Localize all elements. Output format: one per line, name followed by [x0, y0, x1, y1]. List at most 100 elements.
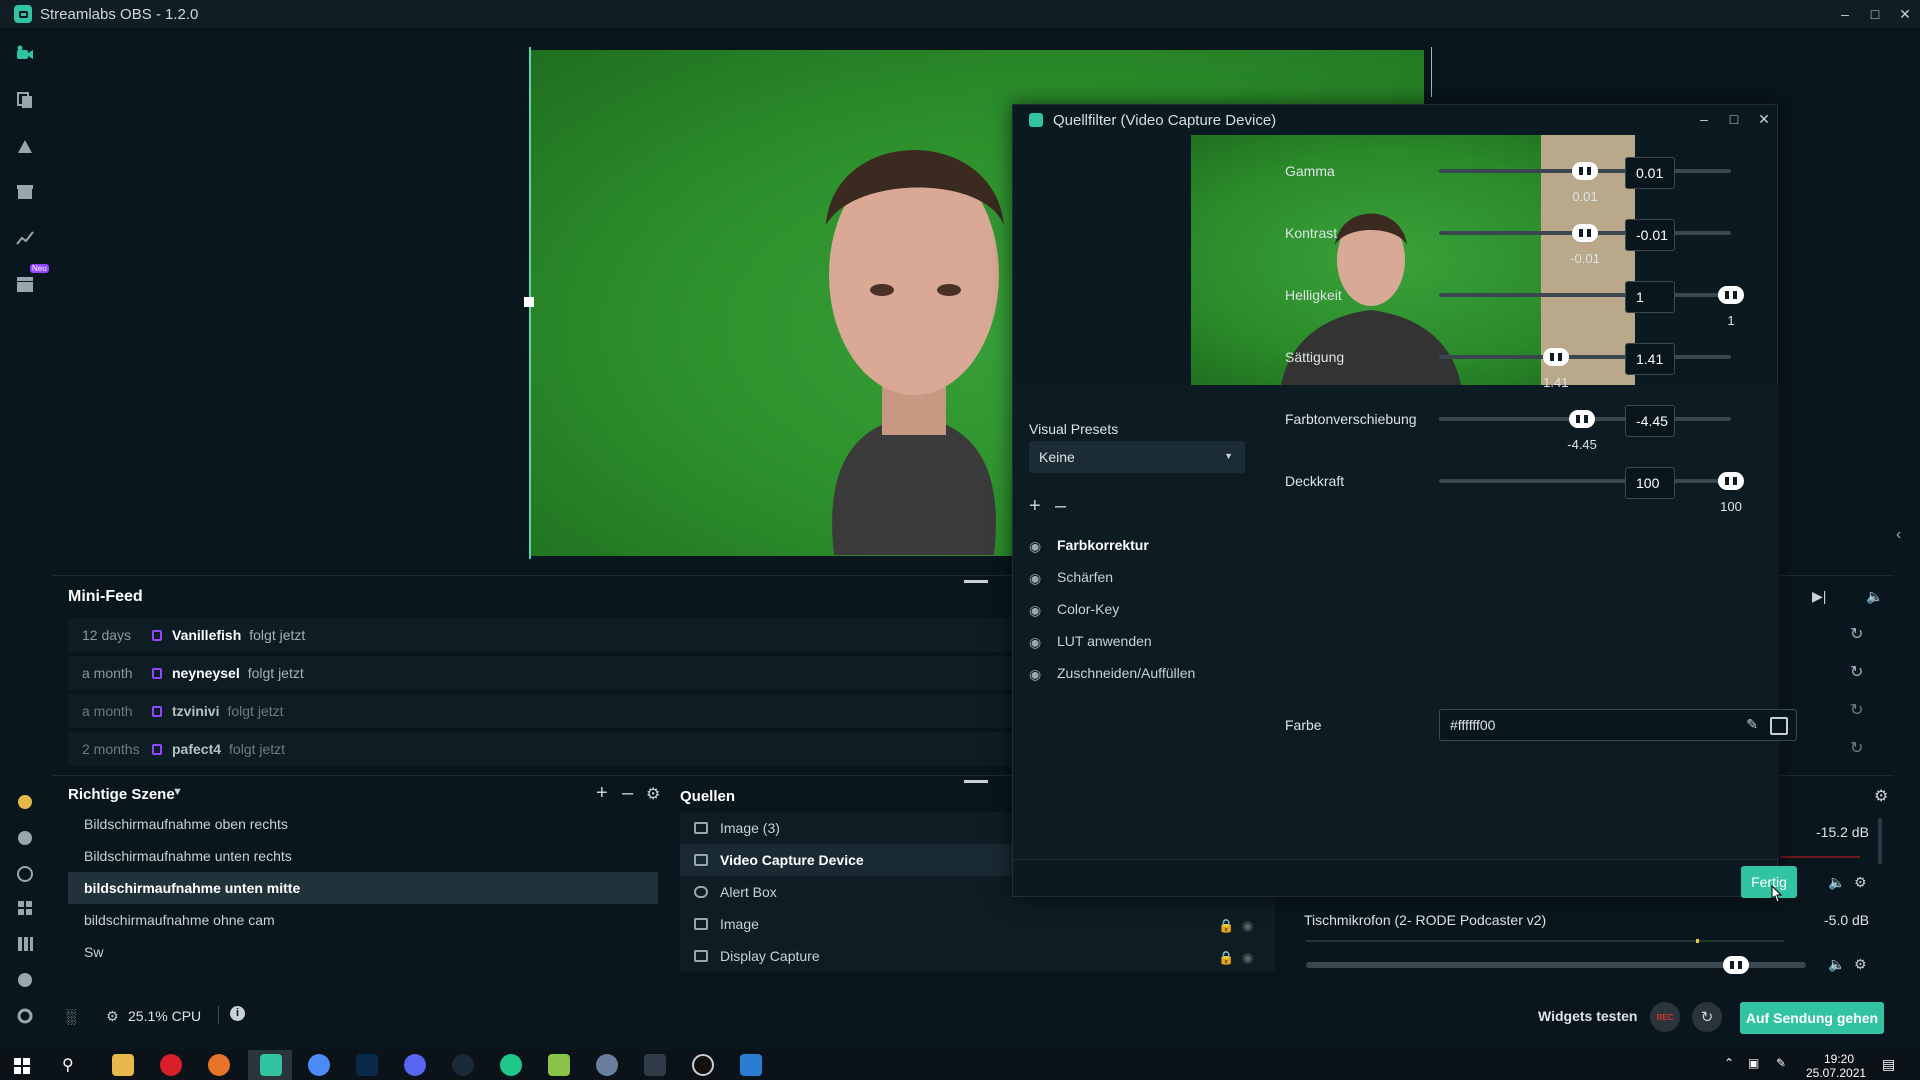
- source-item[interactable]: Image: [680, 908, 1275, 940]
- color-input[interactable]: #ffffff00 ✎: [1439, 709, 1797, 741]
- replay-buffer-icon[interactable]: ↻: [1692, 1002, 1722, 1032]
- filter-item[interactable]: ◉ Color-Key: [1029, 601, 1119, 618]
- list-item[interactable]: 12 days Vanillefish folgt jetzt: [68, 618, 1063, 652]
- dashboard-chart-icon[interactable]: [15, 228, 35, 248]
- property-slider[interactable]: [1439, 348, 1731, 366]
- mic-volume-slider[interactable]: [1306, 956, 1806, 974]
- stats-bars-icon[interactable]: ░: [66, 1008, 76, 1024]
- streamlabs-taskbar-icon[interactable]: [260, 1054, 282, 1076]
- dialog-minimize-icon[interactable]: –: [1689, 105, 1719, 133]
- layout-columns-icon[interactable]: [15, 934, 35, 954]
- scene-settings-gear-icon[interactable]: ⚙: [646, 784, 660, 804]
- property-slider[interactable]: [1439, 472, 1744, 490]
- lock-icon[interactable]: 🔒: [1218, 918, 1234, 934]
- scene-collection-title[interactable]: Richtige Szene: [68, 786, 175, 803]
- prime-icon[interactable]: [15, 792, 35, 812]
- property-number-input[interactable]: 1.41: [1625, 343, 1675, 375]
- filter-item-selected[interactable]: ◉ Farbkorrektur: [1029, 537, 1149, 554]
- clapper-icon[interactable]: [15, 274, 35, 294]
- color-swatch[interactable]: [1770, 717, 1788, 735]
- settings-gear-icon[interactable]: [15, 1006, 35, 1026]
- property-slider[interactable]: [1439, 286, 1744, 304]
- speaker-icon[interactable]: 🔈: [1828, 874, 1845, 891]
- clock-date[interactable]: 25.07.2021: [1806, 1066, 1866, 1080]
- scene-item[interactable]: bildschirmaufnahme ohne cam: [68, 904, 658, 936]
- info-icon[interactable]: i: [230, 1006, 245, 1021]
- photoshop-icon[interactable]: [356, 1054, 378, 1076]
- replay-icon[interactable]: ↻: [1850, 624, 1863, 644]
- eyedropper-icon[interactable]: ✎: [1746, 716, 1758, 733]
- learn-icon[interactable]: [15, 828, 35, 848]
- dialog-close-icon[interactable]: ✕: [1749, 105, 1779, 133]
- maximize-icon[interactable]: □: [1860, 0, 1890, 28]
- property-slider[interactable]: [1439, 224, 1731, 242]
- visual-presets-select[interactable]: Keine ▼: [1029, 441, 1245, 473]
- record-button[interactable]: REC: [1650, 1002, 1680, 1032]
- lock-icon[interactable]: 🔒: [1218, 950, 1234, 966]
- replay-icon[interactable]: ↻: [1850, 662, 1863, 682]
- mixer-scrollbar[interactable]: [1878, 818, 1882, 864]
- dialog-maximize-icon[interactable]: □: [1719, 105, 1749, 133]
- rocket-icon[interactable]: [596, 1054, 618, 1076]
- app-stack-icon[interactable]: [548, 1054, 570, 1076]
- layout-icon[interactable]: [15, 90, 35, 110]
- property-number-input[interactable]: 0.01: [1625, 157, 1675, 189]
- replay-icon[interactable]: ↻: [1850, 700, 1863, 720]
- visibility-icon[interactable]: ◉: [1029, 570, 1043, 586]
- davinci-icon[interactable]: [644, 1054, 666, 1076]
- audio-settings-gear-icon[interactable]: ⚙: [1854, 874, 1867, 891]
- music-icon[interactable]: [500, 1054, 522, 1076]
- network-icon[interactable]: ▣: [1748, 1056, 1759, 1070]
- speaker-icon[interactable]: 🔈: [1828, 956, 1845, 973]
- word-icon[interactable]: [740, 1054, 762, 1076]
- slider-knob[interactable]: [1718, 472, 1744, 490]
- property-number-input[interactable]: 100: [1625, 467, 1675, 499]
- add-filter-icon[interactable]: +: [1029, 495, 1041, 518]
- property-number-input[interactable]: 1: [1625, 281, 1675, 313]
- mic-volume-knob[interactable]: [1723, 956, 1749, 974]
- close-icon[interactable]: ✕: [1890, 0, 1920, 28]
- resize-handle[interactable]: [524, 297, 534, 307]
- skip-alert-icon[interactable]: ▶|: [1812, 588, 1826, 605]
- go-live-button[interactable]: Auf Sendung gehen: [1740, 1002, 1884, 1034]
- remove-scene-icon[interactable]: –: [622, 782, 633, 805]
- remove-filter-icon[interactable]: –: [1055, 495, 1066, 518]
- slider-knob[interactable]: [1542, 348, 1569, 366]
- tray-chevron-icon[interactable]: ⌃: [1724, 1056, 1734, 1070]
- property-number-input[interactable]: -0.01: [1625, 219, 1675, 251]
- scene-item-selected[interactable]: bildschirmaufnahme unten mitte: [68, 872, 658, 904]
- store-icon[interactable]: [15, 182, 35, 202]
- list-item[interactable]: a month tzvinivi folgt jetzt: [68, 694, 1063, 728]
- obs-icon[interactable]: [692, 1054, 714, 1076]
- minimize-icon[interactable]: –: [1830, 0, 1860, 28]
- slider-knob[interactable]: [1718, 286, 1744, 304]
- collapse-right-icon[interactable]: ‹: [1896, 526, 1901, 544]
- chrome-icon[interactable]: [308, 1054, 330, 1076]
- chat-icon[interactable]: [15, 864, 35, 884]
- notifications-icon[interactable]: ▤: [1882, 1056, 1895, 1073]
- clock-time[interactable]: 19:20: [1824, 1052, 1854, 1066]
- list-item[interactable]: a month neyneysel folgt jetzt: [68, 656, 1063, 690]
- pen-icon[interactable]: ✎: [1776, 1056, 1786, 1070]
- visibility-off-icon[interactable]: ◉: [1029, 602, 1043, 618]
- filter-item[interactable]: ◉ Schärfen: [1029, 569, 1113, 586]
- apps-grid-icon[interactable]: [15, 898, 35, 918]
- slider-knob[interactable]: [1572, 224, 1598, 242]
- visibility-icon[interactable]: ◉: [1029, 634, 1043, 650]
- source-item[interactable]: Display Capture: [680, 940, 1275, 972]
- steam-icon[interactable]: [452, 1054, 474, 1076]
- visibility-icon[interactable]: ◉: [1242, 950, 1253, 966]
- visibility-off-icon[interactable]: ◉: [1029, 538, 1043, 554]
- audio-settings-gear-icon[interactable]: ⚙: [1854, 956, 1867, 973]
- scene-item[interactable]: Bildschirmaufnahme unten rechts: [68, 840, 658, 872]
- mixer-settings-gear-icon[interactable]: ⚙: [1874, 786, 1888, 806]
- themes-icon[interactable]: [15, 136, 35, 156]
- replay-icon[interactable]: ↻: [1850, 738, 1863, 758]
- scene-item[interactable]: Bildschirmaufnahme oben rechts: [68, 808, 658, 840]
- visibility-icon[interactable]: ◉: [1242, 918, 1253, 934]
- filter-item[interactable]: ◉ Zuschneiden/Auffüllen: [1029, 665, 1195, 682]
- mute-alerts-icon[interactable]: 🔈: [1866, 588, 1883, 605]
- list-item[interactable]: 2 months pafect4 folgt jetzt: [68, 732, 1063, 766]
- file-explorer-icon[interactable]: [112, 1054, 134, 1076]
- chevron-down-icon[interactable]: ▼: [172, 786, 183, 798]
